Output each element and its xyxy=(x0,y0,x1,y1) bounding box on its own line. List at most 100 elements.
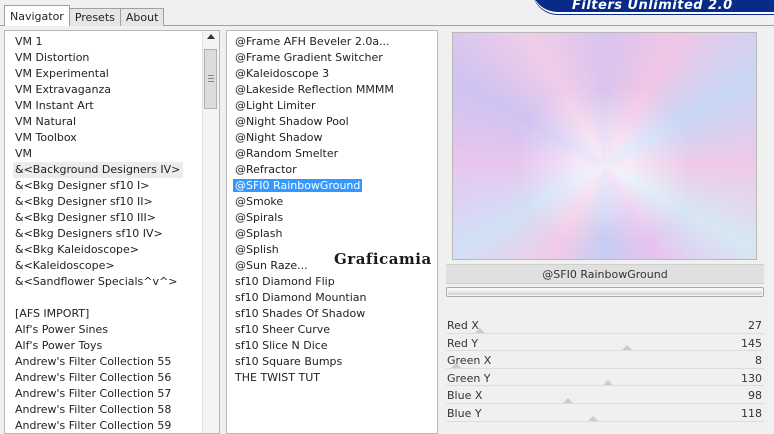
category-item[interactable]: Alf's Power Sines xyxy=(15,322,219,338)
slider-value: 98 xyxy=(748,389,762,403)
filter-item[interactable]: @Night Shadow Pool xyxy=(235,114,437,130)
list-spacer xyxy=(15,290,219,306)
filter-item-label: @Splish xyxy=(235,243,279,256)
filter-item[interactable]: @Random Smelter xyxy=(235,146,437,162)
filter-item[interactable]: @Kaleidoscope 3 xyxy=(235,66,437,82)
filter-item-label: THE TWIST TUT xyxy=(235,371,320,384)
filter-item[interactable]: sf10 Shades Of Shadow xyxy=(235,306,437,322)
scrollbar-thumb[interactable] xyxy=(204,49,217,109)
filter-list-panel[interactable]: @Frame AFH Beveler 2.0a... @Frame Gradien… xyxy=(226,30,438,434)
filter-item-label: @Night Shadow Pool xyxy=(235,115,349,128)
tab-navigator[interactable]: Navigator xyxy=(4,5,70,26)
slider-track[interactable] xyxy=(446,420,764,422)
slider-blue-y[interactable]: Blue Y 118 xyxy=(446,405,764,423)
category-item[interactable]: &<Kaleidoscope> xyxy=(15,258,219,274)
category-item[interactable]: VM Toolbox xyxy=(15,130,219,146)
category-item[interactable]: &<Background Designers IV> xyxy=(13,162,184,178)
slider-track[interactable] xyxy=(446,350,764,352)
category-item[interactable]: Alf's Power Toys xyxy=(15,338,219,354)
category-item[interactable]: VM Extravaganza xyxy=(15,82,219,98)
slider-value: 130 xyxy=(741,371,762,385)
category-item[interactable]: &<Bkg Designer sf10 II> xyxy=(15,194,219,210)
filter-item-label: @Kaleidoscope 3 xyxy=(235,67,330,80)
slider-green-x[interactable]: Green X8 xyxy=(446,352,764,370)
filter-item[interactable]: @Smoke xyxy=(235,194,437,210)
tab-about[interactable]: About xyxy=(119,8,165,26)
slider-knob-icon[interactable] xyxy=(621,345,632,351)
filter-item[interactable]: @Frame Gradient Switcher xyxy=(235,50,437,66)
filter-item[interactable]: sf10 Slice N Dice xyxy=(235,338,437,354)
filter-item[interactable]: @Lakeside Reflection MMMM xyxy=(235,82,437,98)
category-item[interactable]: Andrew's Filter Collection 58 xyxy=(15,402,219,418)
filter-item[interactable]: @Refractor xyxy=(235,162,437,178)
filter-item[interactable]: sf10 Sheer Curve xyxy=(235,322,437,338)
filter-item-label: @SFI0 RainbowGround xyxy=(233,179,363,192)
filter-item[interactable]: @Spirals xyxy=(235,210,437,226)
slider-track[interactable] xyxy=(446,402,764,404)
filter-item-label: @Smoke xyxy=(235,195,284,208)
progress-bar-fill xyxy=(448,289,762,295)
category-item[interactable]: &<Bkg Designers sf10 IV> xyxy=(15,226,219,242)
slider-value: 145 xyxy=(741,336,762,350)
category-item[interactable]: Andrew's Filter Collection 59 xyxy=(15,418,219,434)
filter-item-label: @Lakeside Reflection MMMM xyxy=(235,83,394,96)
slider-green-y[interactable]: Green Y 130 xyxy=(446,370,764,388)
category-item[interactable]: Andrew's Filter Collection 55 xyxy=(15,354,219,370)
category-item[interactable]: VM xyxy=(15,146,219,162)
category-item[interactable]: VM Distortion xyxy=(15,50,219,66)
slider-knob-icon[interactable] xyxy=(563,397,574,403)
filter-item-label: @Night Shadow xyxy=(235,131,323,144)
slider-blue-x[interactable]: Blue X 98 xyxy=(446,387,764,405)
filter-item[interactable]: sf10 Diamond Flip xyxy=(235,274,437,290)
tab-presets[interactable]: Presets xyxy=(68,8,121,26)
category-item[interactable]: &<Bkg Designer sf10 I> xyxy=(15,178,219,194)
slider-knob-icon[interactable] xyxy=(603,380,614,386)
filter-item[interactable]: THE TWIST TUT xyxy=(235,370,437,386)
category-item[interactable]: [AFS IMPORT] xyxy=(15,306,219,322)
slider-label: Green Y xyxy=(447,371,491,385)
filter-item[interactable]: @Splash xyxy=(235,226,437,242)
filter-item-label: sf10 Diamond Flip xyxy=(235,275,335,288)
slider-red-x[interactable]: Red X 27 xyxy=(446,317,764,335)
slider-knob-icon[interactable] xyxy=(588,415,599,421)
category-list-panel[interactable]: VM 1 VM Distortion VM Experimental VM Extra… xyxy=(4,30,220,434)
filter-item[interactable]: sf10 Square Bumps xyxy=(235,354,437,370)
thumb-grip-icon xyxy=(208,78,214,79)
category-scrollbar[interactable] xyxy=(202,31,219,433)
category-item[interactable]: &<Sandflower Specials^v^> xyxy=(15,274,219,290)
category-item[interactable]: &<Bkg Designer sf10 III> xyxy=(15,210,219,226)
filter-preview-image xyxy=(452,32,757,260)
slider-label: Blue Y xyxy=(447,406,482,420)
slider-track[interactable] xyxy=(446,367,764,369)
category-item[interactable]: Andrew's Filter Collection 57 xyxy=(15,386,219,402)
category-item[interactable]: VM 1 xyxy=(15,34,219,50)
app-title: Filters Unlimited 2.0 xyxy=(572,0,733,13)
filter-item[interactable]: sf10 Diamond Mountian xyxy=(235,290,437,306)
category-item[interactable]: VM Instant Art xyxy=(15,98,219,114)
slider-label: Red Y xyxy=(447,336,479,350)
slider-knob-icon[interactable] xyxy=(450,362,461,368)
slider-red-y[interactable]: Red Y 145 xyxy=(446,335,764,353)
slider-value: 8 xyxy=(755,354,762,368)
category-item[interactable]: VM Natural xyxy=(15,114,219,130)
filter-item-label: sf10 Shades Of Shadow xyxy=(235,307,366,320)
slider-knob-icon[interactable] xyxy=(474,327,485,333)
selected-filter-name: @SFI0 RainbowGround xyxy=(446,264,764,284)
category-item[interactable]: VM Experimental xyxy=(15,66,219,82)
filter-item-label: @Frame AFH Beveler 2.0a... xyxy=(235,35,390,48)
filter-item[interactable]: @SFI0 RainbowGround xyxy=(233,178,437,194)
filter-item[interactable]: @Frame AFH Beveler 2.0a... xyxy=(235,34,437,50)
filter-item-label: @Sun Raze... xyxy=(235,259,308,272)
scroll-up-arrow-icon[interactable] xyxy=(207,34,215,39)
category-item[interactable]: &<Bkg Kaleidoscope> xyxy=(15,242,219,258)
filter-item[interactable]: @Light Limiter xyxy=(235,98,437,114)
slider-label: Blue X xyxy=(447,389,483,403)
watermark-text: Graficamia xyxy=(334,250,432,268)
filter-item-label: sf10 Sheer Curve xyxy=(235,323,331,336)
slider-track[interactable] xyxy=(446,385,764,387)
category-item[interactable]: Andrew's Filter Collection 56 xyxy=(15,370,219,386)
slider-value: 27 xyxy=(748,319,762,332)
thumb-grip-icon xyxy=(208,81,214,82)
slider-track[interactable] xyxy=(446,332,764,334)
filter-item[interactable]: @Night Shadow xyxy=(235,130,437,146)
